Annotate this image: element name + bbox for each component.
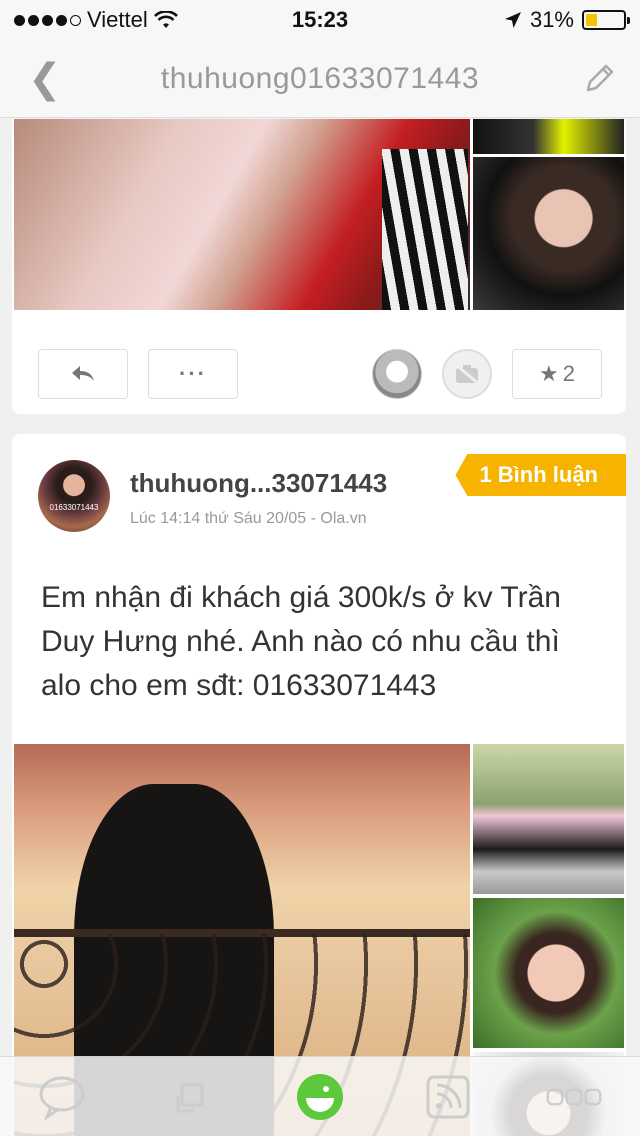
tab-feed[interactable]: [420, 1069, 476, 1125]
post-card: 01633071443 thuhuong...33071443 Lúc 14:1…: [12, 434, 626, 1136]
feed-icon: [426, 1075, 470, 1119]
post-photo-thumb[interactable]: [473, 898, 624, 1048]
pencil-icon[interactable]: [582, 60, 618, 96]
camera-off-icon: [454, 362, 480, 386]
post-photo-thumb[interactable]: [473, 744, 624, 894]
location-arrow-icon: [504, 12, 521, 28]
home-face-icon: [297, 1074, 343, 1120]
comment-count-badge[interactable]: 1 Bình luận: [455, 454, 626, 496]
reaction-avatar[interactable]: [442, 349, 492, 399]
tab-home[interactable]: [292, 1069, 348, 1125]
carrier-group: Viettel: [14, 7, 178, 33]
menu-icon: [546, 1088, 602, 1106]
post-body: Em nhận đi khách giá 300k/s ở kv Trần Du…: [41, 581, 561, 702]
star-icon: ★: [539, 361, 559, 386]
tab-cards[interactable]: [160, 1069, 216, 1125]
avatar-caption: 01633071443: [49, 503, 99, 512]
post-photo-thumb[interactable]: [473, 157, 624, 310]
post-author[interactable]: thuhuong...33071443: [130, 468, 387, 499]
post-photo-detail: [382, 149, 468, 310]
chevron-left-icon[interactable]: ❮: [28, 56, 62, 102]
reaction-avatar[interactable]: [372, 349, 422, 399]
signal-icon: [14, 14, 81, 26]
battery-percent: 31%: [529, 7, 574, 32]
more-button[interactable]: ···: [148, 349, 238, 399]
battery-icon: [582, 10, 630, 30]
cards-icon: [176, 1083, 204, 1113]
carrier-label: Viettel: [87, 7, 148, 32]
feed[interactable]: ··· ★ 2 01633071443 thuhuong...33071443 …: [0, 119, 640, 1136]
avatar[interactable]: 01633071443: [38, 460, 110, 532]
chat-icon: [39, 1076, 85, 1120]
page-title: thuhuong01633071443: [160, 61, 480, 95]
reply-icon: [72, 366, 94, 381]
post-actions: ··· ★ 2: [38, 349, 602, 399]
tab-bar: [0, 1056, 640, 1136]
wifi-icon: [153, 11, 178, 28]
battery-level: [586, 14, 598, 26]
post-meta: Lúc 14:14 thứ Sáu 20/05 - Ola.vn: [130, 510, 367, 527]
status-bar: Viettel 15:23 31%: [0, 0, 640, 40]
battery-group: 31%: [504, 7, 630, 33]
star-count: 2: [562, 361, 575, 386]
tab-chat[interactable]: [34, 1069, 90, 1125]
star-button[interactable]: ★ 2: [512, 349, 602, 399]
post-card: ··· ★ 2: [12, 119, 626, 414]
reply-button[interactable]: [38, 349, 128, 399]
navigation-bar: ❮ thuhuong01633071443: [0, 40, 640, 118]
tab-menu[interactable]: [546, 1069, 602, 1125]
post-photo-thumb[interactable]: [473, 119, 624, 154]
